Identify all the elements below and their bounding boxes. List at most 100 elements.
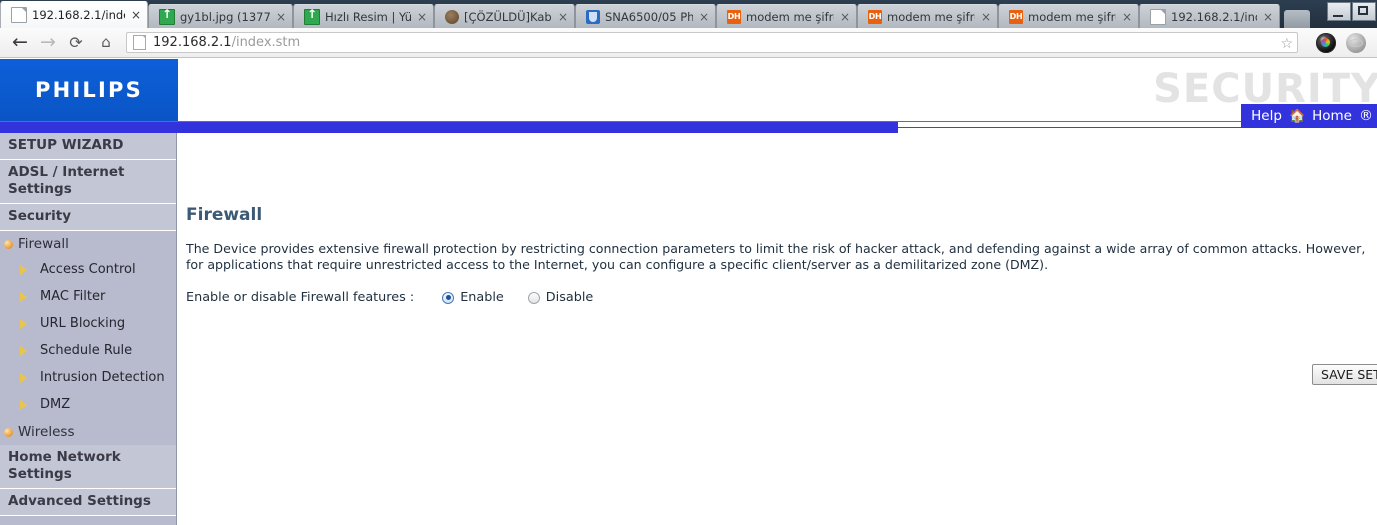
browser-tab[interactable]: Hızlı Resim | Yük ×	[293, 4, 434, 28]
back-icon[interactable]: ←	[6, 28, 34, 57]
address-bar[interactable]: 192.168.2.1/index.stm ☆	[126, 32, 1298, 53]
tab-close-icon[interactable]: ×	[699, 11, 709, 23]
home-link[interactable]: Home	[1312, 108, 1352, 124]
tab-title: modem me şifre	[887, 9, 975, 24]
save-settings-button[interactable]: SAVE SETTINGS	[1312, 364, 1377, 385]
dh-icon: DH	[868, 9, 882, 24]
sidebar-item-security[interactable]: Security	[0, 204, 176, 231]
dh-icon: DH	[1009, 9, 1023, 24]
page-description: The Device provides extensive firewall p…	[186, 241, 1366, 272]
tab-title: SNA6500/05 Phi	[605, 9, 693, 24]
chevron-right-icon	[20, 319, 34, 329]
chevron-right-icon	[20, 292, 34, 302]
sidebar-item-label: Schedule Rule	[40, 343, 133, 358]
tab-close-icon[interactable]: ×	[1122, 11, 1132, 23]
tab-title: Hızlı Resim | Yük	[325, 9, 411, 24]
url-path: /index.stm	[231, 35, 301, 50]
sidebar-item-label: Advanced Settings	[8, 493, 151, 509]
sidebar-item-intrusion-detection[interactable]: Intrusion Detection	[0, 365, 176, 392]
browser-toolbar: ← → ⟳ ⌂ 192.168.2.1/index.stm ☆	[0, 28, 1377, 58]
chevron-right-icon	[20, 346, 34, 356]
browser-tab[interactable]: gy1bl.jpg (1377 ×	[148, 4, 293, 28]
chevron-right-icon	[20, 373, 34, 383]
tab-title: [ÇÖZÜLDÜ]Kabl	[464, 9, 552, 24]
house-icon: 🏠	[1288, 108, 1306, 124]
main-content: Firewall The Device provides extensive f…	[178, 133, 1377, 525]
page-title: Firewall	[186, 205, 263, 225]
tab-close-icon[interactable]: ×	[840, 11, 850, 23]
sidebar-item-label: Wireless	[18, 424, 75, 440]
bookmark-star-icon[interactable]: ☆	[1280, 36, 1293, 52]
browser-tab[interactable]: DH modem me şifre ×	[857, 4, 998, 28]
page-header: PHILIPS SECURITY Help 🏠 Home ®	[0, 59, 1377, 128]
sidebar-item-label: Intrusion Detection	[40, 370, 165, 385]
radio-disable-label: Disable	[545, 290, 594, 305]
page-document-icon	[133, 35, 146, 50]
brown-circle-icon	[445, 9, 459, 24]
sidebar-item-setup-wizard[interactable]: SETUP WIZARD	[0, 133, 176, 160]
document-icon	[1150, 8, 1166, 25]
sidebar-item-schedule-rule[interactable]: Schedule Rule	[0, 338, 176, 365]
registered-icon: ®	[1359, 108, 1373, 124]
sidebar-item-dmz[interactable]: DMZ	[0, 392, 176, 419]
sidebar-nav: SETUP WIZARD ADSL / Internet Settings Secu…	[0, 133, 177, 525]
browser-tab[interactable]: 192.168.2.1/inde ×	[1139, 4, 1280, 28]
radio-enable-input[interactable]	[442, 291, 455, 304]
camera-extension-icon[interactable]	[1316, 33, 1336, 53]
sidebar-item-url-blocking[interactable]: URL Blocking	[0, 311, 176, 338]
sidebar-item-home-network-settings[interactable]: Home Network Settings	[0, 445, 176, 489]
browser-tab[interactable]: [ÇÖZÜLDÜ]Kabl ×	[434, 4, 575, 28]
help-link[interactable]: Help	[1251, 108, 1282, 124]
tab-close-icon[interactable]: ×	[276, 11, 286, 23]
document-icon	[11, 7, 27, 23]
tab-close-icon[interactable]: ×	[558, 11, 568, 23]
globe-extension-icon[interactable]	[1346, 33, 1366, 53]
sidebar-item-label: Access Control	[40, 262, 136, 277]
radio-disable-input[interactable]	[527, 291, 540, 304]
maximize-button[interactable]	[1352, 1, 1376, 21]
tab-title: gy1bl.jpg (1377	[180, 9, 270, 24]
browser-tab[interactable]: DH modem me şifre ×	[716, 4, 857, 28]
radio-enable-label: Enable	[460, 290, 504, 305]
header-accent-bar	[0, 122, 898, 133]
green-upload-icon	[159, 7, 175, 25]
help-home-bar: Help 🏠 Home ®	[1241, 104, 1377, 128]
minimize-button[interactable]	[1327, 1, 1351, 21]
sidebar-item-label: URL Blocking	[40, 316, 126, 331]
url-host: 192.168.2.1	[153, 35, 232, 50]
dh-icon: DH	[727, 9, 741, 24]
sidebar-filler	[0, 516, 176, 525]
radio-option-enable[interactable]: Enable	[442, 290, 504, 305]
forward-icon[interactable]: →	[34, 28, 62, 57]
sidebar-item-wireless[interactable]: Wireless	[0, 419, 176, 445]
new-tab-button[interactable]	[1284, 10, 1310, 28]
philips-logo: PHILIPS	[0, 59, 178, 121]
sidebar-item-access-control[interactable]: Access Control	[0, 257, 176, 284]
browser-tab[interactable]: DH modem me şifre ×	[998, 4, 1139, 28]
tab-close-icon[interactable]: ×	[981, 11, 991, 23]
philips-logo-text: PHILIPS	[35, 78, 143, 102]
sidebar-item-firewall[interactable]: Firewall	[0, 231, 176, 257]
tab-close-icon[interactable]: ×	[131, 9, 141, 21]
sidebar-item-adsl-internet-settings[interactable]: ADSL / Internet Settings	[0, 160, 176, 204]
sidebar-item-label: Home Network Settings	[8, 449, 121, 482]
tab-strip: 192.168.2.1/inde×gy1bl.jpg (1377×Hızlı R…	[0, 0, 1310, 28]
tab-title: modem me şifre	[1028, 9, 1116, 24]
browser-tab[interactable]: 192.168.2.1/inde ×	[0, 1, 148, 28]
sidebar-item-label: MAC Filter	[40, 289, 106, 304]
tab-close-icon[interactable]: ×	[1263, 11, 1273, 23]
radio-option-disable[interactable]: Disable	[527, 290, 594, 305]
browser-window-chrome: 192.168.2.1/inde×gy1bl.jpg (1377×Hızlı R…	[0, 0, 1377, 28]
sidebar-item-mac-filter[interactable]: MAC Filter	[0, 284, 176, 311]
sphere-bullet-icon	[4, 239, 13, 249]
tab-title: 192.168.2.1/inde	[32, 8, 125, 22]
reload-icon[interactable]: ⟳	[62, 28, 90, 57]
home-icon[interactable]: ⌂	[92, 28, 120, 57]
sidebar-item-advanced-settings[interactable]: Advanced Settings	[0, 489, 176, 516]
tab-close-icon[interactable]: ×	[417, 11, 427, 23]
chevron-right-icon	[20, 265, 34, 275]
browser-tab[interactable]: SNA6500/05 Phi ×	[575, 4, 716, 28]
blue-shield-icon	[586, 9, 600, 24]
sidebar-item-label: DMZ	[40, 397, 71, 412]
sidebar-item-label: Security	[8, 208, 72, 224]
